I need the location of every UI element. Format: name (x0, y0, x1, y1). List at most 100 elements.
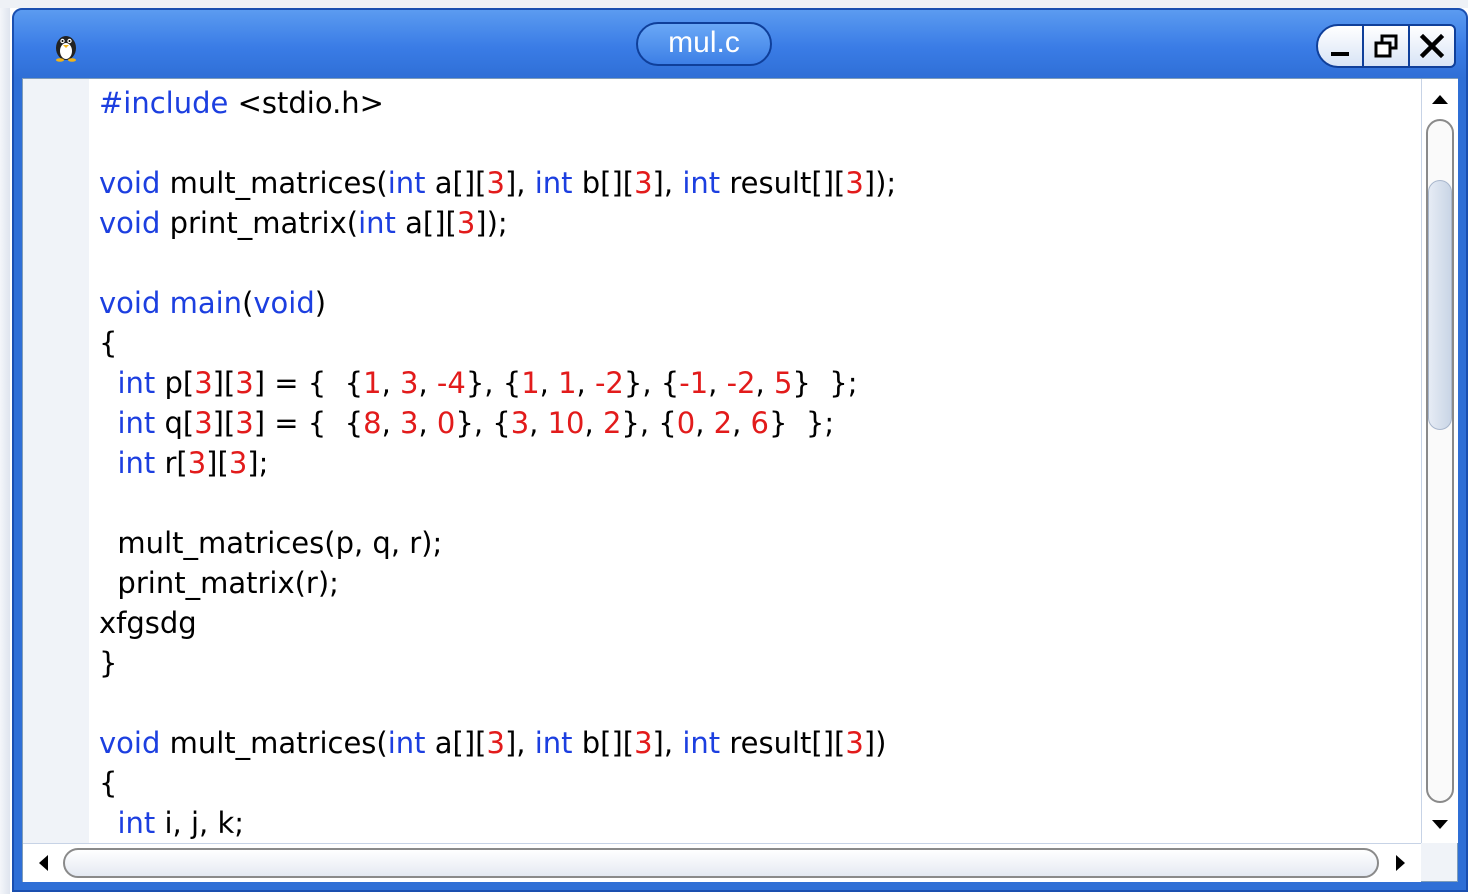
code-line: { (99, 323, 1421, 363)
code-token: b[][ (572, 166, 635, 200)
code-token: { (99, 766, 118, 800)
code-token: mult_matrices( (160, 726, 388, 760)
code-token: ] = { { (253, 406, 364, 440)
code-token: }, { (623, 366, 680, 400)
scroll-right-button[interactable] (1383, 844, 1419, 882)
code-token: , (529, 406, 548, 440)
code-token: ], (504, 726, 535, 760)
code-token: ]); (863, 166, 897, 200)
code-token: { (99, 326, 118, 360)
scroll-down-button[interactable] (1422, 807, 1458, 843)
arrow-down-icon (1432, 820, 1448, 829)
code-keyword: void (99, 726, 161, 760)
horizontal-scroll-thumb[interactable] (63, 848, 1379, 878)
title-bar[interactable]: mul.c (14, 10, 1466, 78)
code-keyword: void (253, 286, 315, 320)
vertical-scroll-thumb[interactable] (1428, 179, 1452, 430)
code-number: 10 (547, 406, 585, 440)
code-token: , (576, 366, 595, 400)
code-token: ( (242, 286, 254, 320)
code-token: a[][ (425, 166, 487, 200)
minimize-icon (1331, 52, 1349, 56)
code-line: #include <stdio.h> (99, 83, 1421, 123)
code-number: 3 (456, 206, 476, 240)
code-line: int q[3][3] = { {8, 3, 0}, {3, 10, 2}, {… (99, 403, 1421, 443)
code-number: 3 (845, 726, 864, 760)
vertical-scrollbar[interactable] (1421, 79, 1458, 843)
code-number: 3 (235, 366, 254, 400)
editor-window: mul.c #include <stdio.h> void mult_matri… (12, 8, 1468, 892)
code-token: r[ (155, 446, 188, 480)
code-keyword: void (99, 166, 161, 200)
code-keyword: main (169, 286, 243, 320)
code-number: 2 (713, 406, 733, 440)
arrow-left-icon (39, 855, 48, 871)
code-token: ]; (247, 446, 269, 480)
code-token: ]) (863, 726, 887, 760)
scroll-up-button[interactable] (1422, 81, 1458, 117)
close-button[interactable] (1408, 26, 1454, 66)
code-line: void print_matrix(int a[][3]); (99, 203, 1421, 243)
arrow-right-icon (1396, 855, 1405, 871)
code-number: 3 (486, 166, 505, 200)
code-token: ], (504, 166, 535, 200)
code-token: i, j, k; (155, 806, 245, 839)
scroll-left-button[interactable] (25, 844, 61, 882)
code-number: 3 (845, 166, 864, 200)
code-token: } }; (768, 406, 835, 440)
code-token: } (99, 646, 118, 680)
code-number: -1 (679, 366, 709, 400)
code-keyword: int (682, 726, 721, 760)
code-token: print_matrix( (160, 206, 359, 240)
code-line: void mult_matrices(int a[][3], int b[][3… (99, 723, 1421, 763)
code-keyword: int (534, 726, 573, 760)
code-keyword: int (117, 446, 156, 480)
code-number: 0 (436, 406, 456, 440)
code-token: ][ (206, 446, 229, 480)
code-number: 3 (634, 166, 653, 200)
code-number: 3 (510, 406, 530, 440)
code-token: mult_matrices( (160, 166, 388, 200)
minimize-button[interactable] (1318, 26, 1362, 66)
code-line: int i, j, k; (99, 803, 1421, 839)
code-token: ], (652, 726, 683, 760)
code-token: , (539, 366, 559, 400)
code-keyword: int (358, 206, 396, 240)
code-number: 5 (773, 366, 793, 400)
code-keyword: int (682, 166, 721, 200)
editor-gutter (23, 79, 89, 843)
code-text-area[interactable]: #include <stdio.h> void mult_matrices(in… (99, 83, 1421, 839)
code-token: , (755, 366, 774, 400)
code-number: 3 (235, 406, 254, 440)
code-number: 3 (228, 446, 248, 480)
code-keyword: int (387, 726, 426, 760)
code-token: print_matrix(r); (99, 566, 339, 600)
code-token: ) (314, 286, 327, 320)
code-number: 2 (602, 406, 622, 440)
code-token: mult_matrices(p, q, r); (99, 526, 443, 560)
code-number: 3 (400, 366, 419, 400)
scrollbar-corner (1421, 843, 1457, 881)
code-token: p[ (155, 366, 195, 400)
restore-button[interactable] (1362, 26, 1408, 66)
code-line: void mult_matrices(int a[][3], int b[][3… (99, 163, 1421, 203)
desktop-top (0, 0, 1468, 8)
horizontal-scrollbar[interactable] (23, 843, 1421, 882)
code-token: , (584, 406, 603, 440)
restore-icon (1374, 34, 1398, 58)
code-number: 8 (363, 406, 382, 440)
code-line: int r[3][3]; (99, 443, 1421, 483)
editor-content: #include <stdio.h> void mult_matrices(in… (22, 78, 1458, 882)
code-token: a[][ (395, 206, 457, 240)
code-token: ][ (212, 406, 236, 440)
penguin-icon[interactable] (50, 30, 82, 62)
code-token: result[][ (720, 166, 846, 200)
code-number: 3 (400, 406, 419, 440)
code-token: ], (652, 166, 683, 200)
close-icon (1419, 33, 1445, 59)
